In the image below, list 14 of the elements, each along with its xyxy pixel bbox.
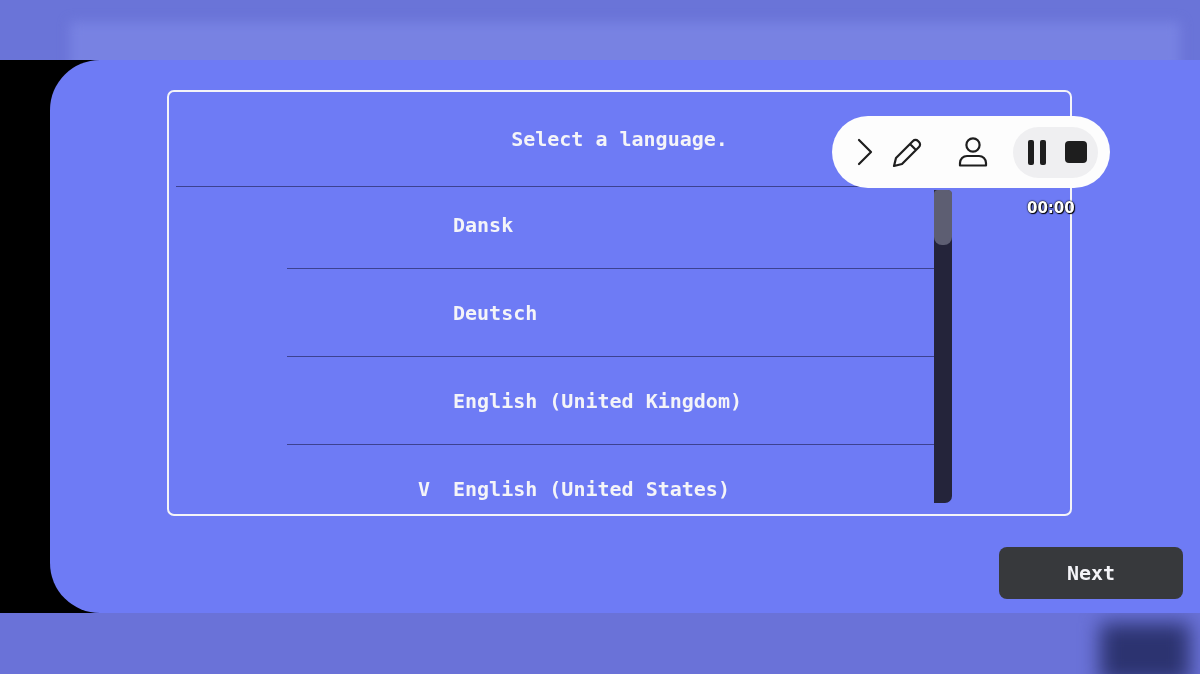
selection-mark: V bbox=[418, 476, 431, 501]
scrollbar[interactable] bbox=[934, 190, 952, 503]
pause-icon[interactable] bbox=[1028, 139, 1046, 165]
stop-icon[interactable] bbox=[1065, 141, 1087, 163]
person-icon[interactable] bbox=[958, 137, 988, 167]
dialog-title: Select a language. bbox=[511, 127, 728, 151]
language-option[interactable]: English (United States) bbox=[453, 476, 730, 501]
pencil-icon[interactable] bbox=[892, 136, 924, 168]
language-option[interactable]: Deutsch bbox=[453, 300, 538, 325]
language-option[interactable]: English (United Kingdom) bbox=[453, 388, 742, 413]
scrollbar-thumb[interactable] bbox=[934, 190, 952, 245]
next-button[interactable]: Next bbox=[999, 547, 1183, 599]
language-option[interactable]: Dansk bbox=[453, 212, 514, 237]
chevron-right-icon[interactable] bbox=[857, 138, 873, 166]
